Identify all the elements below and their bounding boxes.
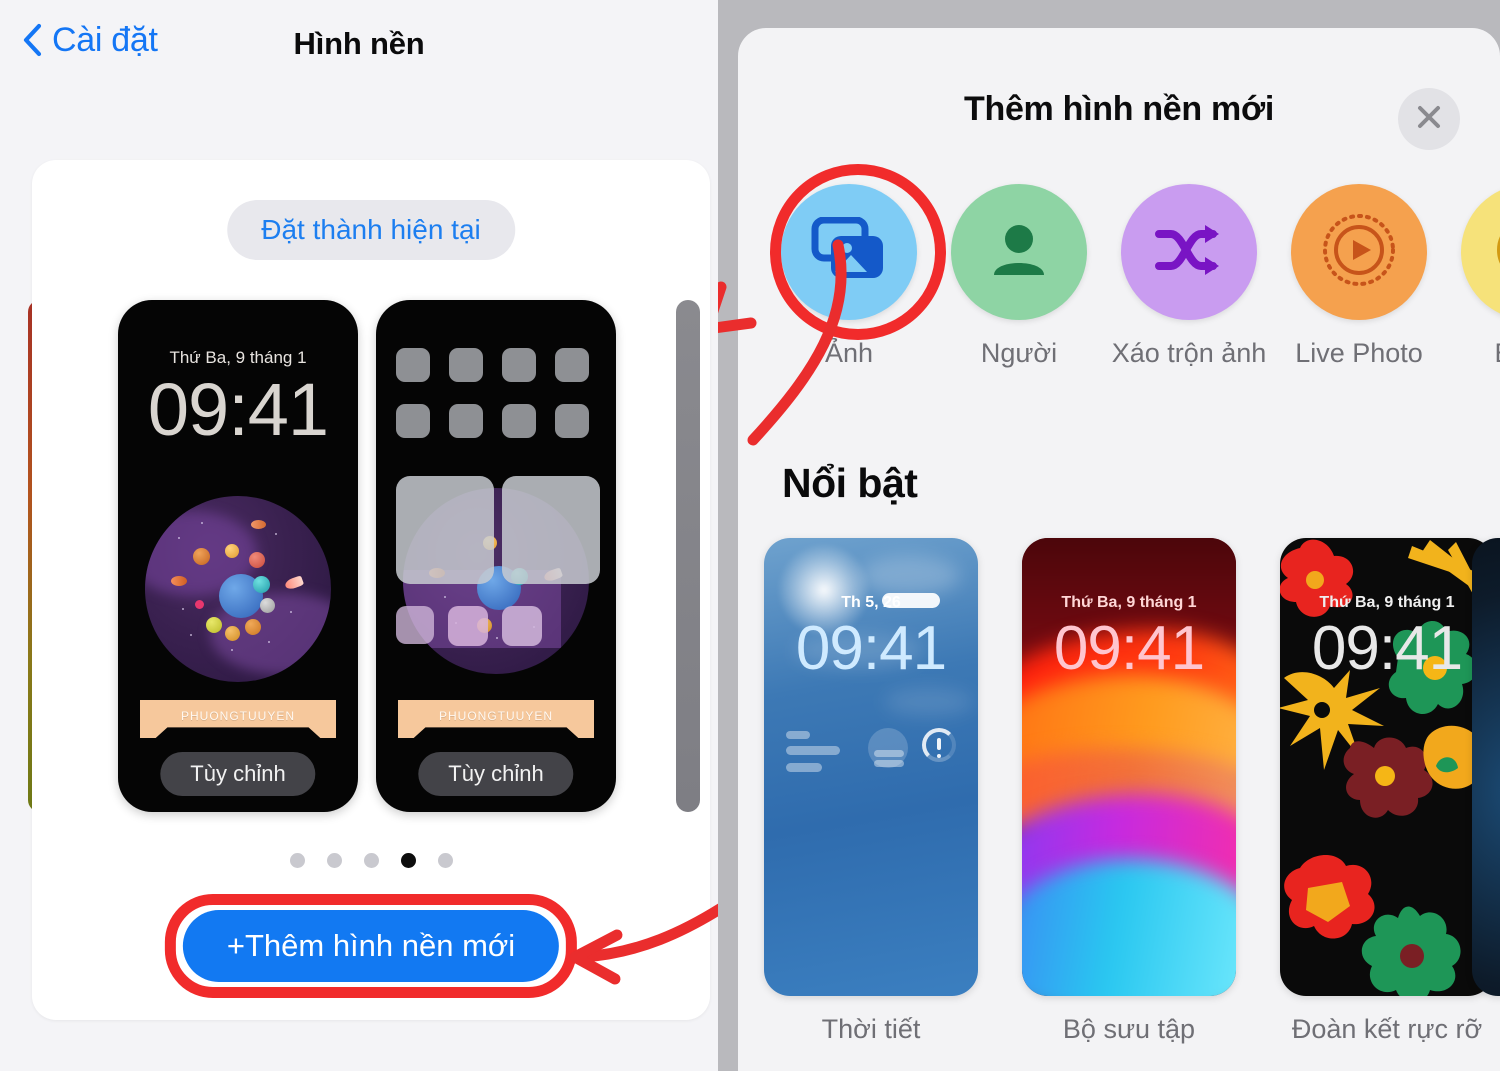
category-row: Ảnh Người Xáo trộn ảnh Live Photo [738, 164, 1500, 370]
ribbon-text-home: PHUONGTUUYEN [438, 709, 553, 723]
wallpaper-partial-offscreen[interactable] [1472, 538, 1500, 996]
category-live-photo-label: Live Photo [1295, 338, 1423, 368]
ribbon-text: PHUONGTUUYEN [180, 709, 295, 723]
modal-sheet: Thêm hình nền mới Ảnh Người Xáo trộn ảnh… [738, 28, 1500, 1071]
set-as-current-button[interactable]: Đặt thành hiện tại [227, 200, 515, 260]
person-icon [986, 217, 1052, 288]
weather-time: 09:41 [795, 614, 947, 683]
name-ribbon-home: PHUONGTUUYEN [398, 700, 594, 738]
featured-section-title: Nổi bật [782, 460, 918, 506]
page-dot-active[interactable] [400, 853, 416, 868]
category-live-photo-circle [1291, 184, 1427, 320]
category-photo-shuffle-label: Xáo trộn ảnh [1111, 338, 1267, 368]
page-title: Hình nền [293, 26, 425, 61]
customize-lock-button[interactable]: Tùy chỉnh [160, 752, 316, 796]
photos-icon [811, 216, 887, 288]
lock-screen-time: 09:41 [147, 368, 329, 451]
emoji-icon [1493, 214, 1500, 291]
category-photos[interactable]: Ảnh [764, 184, 934, 370]
page-dot[interactable] [437, 853, 453, 868]
category-photos-label: Ảnh [824, 338, 874, 368]
add-wallpaper-wrapper: +Thêm hình nền mới [164, 894, 578, 998]
category-emoji-label: Biểu t [1494, 336, 1500, 370]
wallpaper-weather: Th 5, 26 09:41 Thời tiết [764, 538, 978, 1045]
wallpaper-collection: Thứ Ba, 9 tháng 1 09:41 Bộ sưu tập [1022, 538, 1236, 1045]
page-dot[interactable] [363, 853, 379, 868]
bloom-time: 09:41 [1311, 614, 1463, 683]
live-photo-icon [1318, 209, 1400, 296]
home-screen-preview[interactable]: PHUONGTUUYEN Tùy chỉnh [376, 300, 616, 812]
category-photo-shuffle[interactable]: Xáo trộn ảnh [1104, 184, 1274, 370]
sheet-title: Thêm hình nền mới [964, 90, 1274, 128]
add-wallpaper-sheet-screen: Thêm hình nền mới Ảnh Người Xáo trộn ảnh… [718, 0, 1500, 1071]
category-emoji[interactable]: Biểu t [1444, 184, 1500, 370]
wallpaper-weather-label: Thời tiết [821, 1014, 921, 1044]
category-people-label: Người [980, 338, 1058, 368]
wallpaper-unity-bloom-thumb[interactable]: Thứ Ba, 9 tháng 1 09:41 [1280, 538, 1494, 996]
collection-time: 09:41 [1053, 614, 1205, 683]
category-people[interactable]: Người [934, 184, 1104, 370]
settings-wallpaper-screen: Cài đặt Hình nền Đặt thành hiện tại Thứ … [0, 0, 718, 1071]
page-dot[interactable] [289, 853, 305, 868]
shuffle-icon [1153, 222, 1225, 283]
category-live-photo[interactable]: Live Photo [1274, 184, 1444, 370]
close-button[interactable] [1398, 88, 1460, 150]
wallpaper-collection-label: Bộ sưu tập [1062, 1014, 1196, 1044]
name-ribbon: PHUONGTUUYEN [140, 700, 336, 738]
category-people-circle [951, 184, 1087, 320]
page-dot[interactable] [326, 853, 342, 868]
wallpaper-preview-pair: Thứ Ba, 9 tháng 1 09:41 PHUONGTUUYEN Tùy… [32, 300, 710, 820]
category-photos-circle [781, 184, 917, 320]
wallpaper-unity-bloom: Thứ Ba, 9 tháng 1 09:41 Đoàn kết rực rỡ [1280, 538, 1494, 1045]
category-photo-shuffle-circle [1121, 184, 1257, 320]
wallpaper-collection-thumb[interactable]: Thứ Ba, 9 tháng 1 09:41 [1022, 538, 1236, 996]
add-new-wallpaper-button[interactable]: +Thêm hình nền mới [182, 910, 560, 982]
space-illustration [145, 496, 331, 682]
featured-wallpaper-row: Th 5, 26 09:41 Thời tiết Thứ Ba, 9 tháng… [764, 538, 1500, 1045]
customize-home-button[interactable]: Tùy chỉnh [418, 752, 574, 796]
widget-placeholder [882, 593, 940, 608]
lock-screen-preview[interactable]: Thứ Ba, 9 tháng 1 09:41 PHUONGTUUYEN Tùy… [118, 300, 358, 812]
screenshot-root: Cài đặt Hình nền Đặt thành hiện tại Thứ … [0, 0, 1500, 1071]
wallpaper-unity-bloom-label: Đoàn kết rực rỡ [1291, 1014, 1483, 1044]
close-icon [1413, 101, 1445, 138]
category-emoji-circle [1461, 184, 1500, 320]
wallpaper-weather-thumb[interactable]: Th 5, 26 09:41 [764, 538, 978, 996]
wallpaper-pager-card: Đặt thành hiện tại Thứ Ba, 9 tháng 1 09:… [32, 160, 710, 1020]
adjacent-wallpaper-sliver-right[interactable] [676, 300, 700, 812]
page-indicator [32, 853, 710, 868]
navigation-bar: Cài đặt Hình nền [0, 0, 718, 96]
